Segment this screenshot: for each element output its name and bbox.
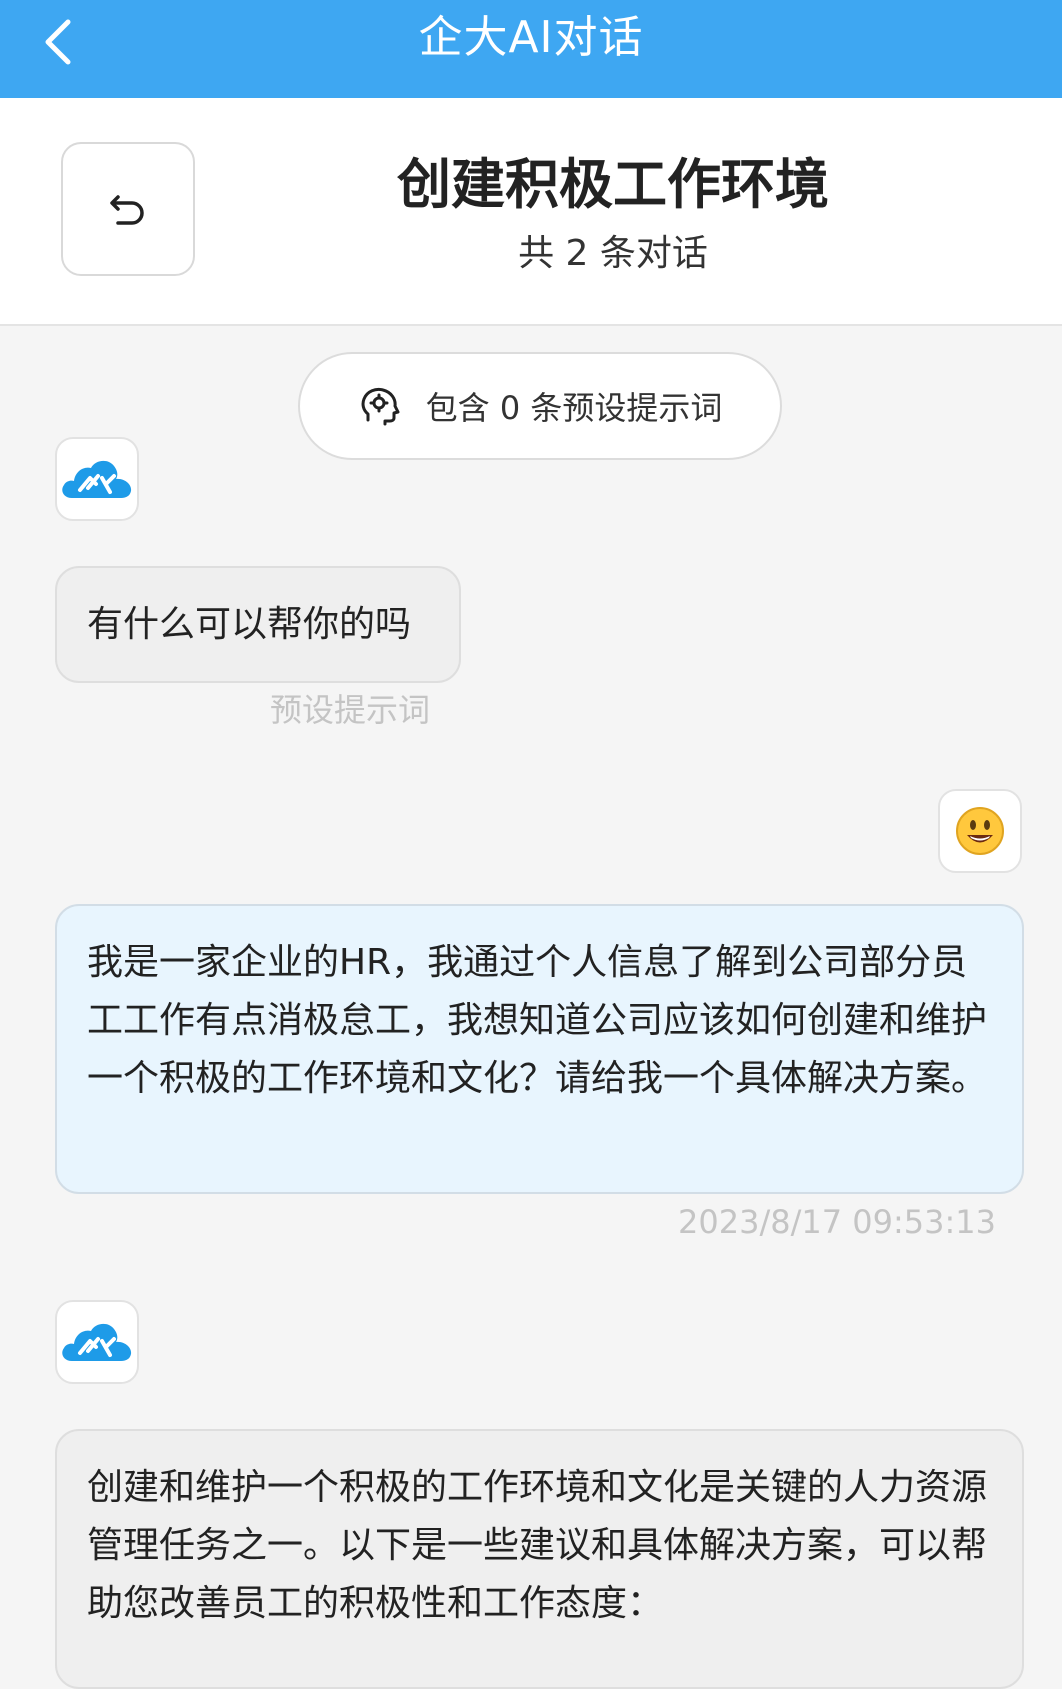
smiley-face-icon — [956, 807, 1004, 855]
undo-button[interactable] — [61, 142, 195, 276]
conversation-title: 创建积极工作环境 — [397, 153, 829, 216]
bot-message-text: 创建和维护一个积极的工作环境和文化是关键的人力资源管理任务之一。以下是一些建议和… — [87, 1467, 988, 1624]
message-timestamp: 2023/8/17 09:53:13 — [678, 1203, 996, 1241]
app-title: 企大AI对话 — [418, 12, 644, 63]
bot-avatar — [55, 437, 139, 521]
user-avatar — [938, 789, 1022, 873]
user-message-text: 我是一家企业的HR，我通过个人信息了解到公司部分员工工作有点消极怠工，我想知道公… — [87, 942, 988, 1099]
conversation-count: 共 2 条对话 — [518, 233, 708, 274]
bot-message-text: 有什么可以帮你的吗 — [87, 604, 412, 645]
bot-avatar — [55, 1300, 139, 1384]
preset-prompts-label: 包含 0 条预设提示词 — [425, 389, 723, 427]
cloud-logo-icon — [62, 460, 132, 498]
top-app-bar: 企大AI对话 — [0, 0, 1062, 98]
preset-prompts-pill[interactable]: 包含 0 条预设提示词 — [298, 352, 782, 460]
conversation-header: 创建积极工作环境 共 2 条对话 — [0, 98, 1062, 326]
bot-message-bubble: 有什么可以帮你的吗 — [55, 566, 461, 683]
bot-message-bubble: 创建和维护一个积极的工作环境和文化是关键的人力资源管理任务之一。以下是一些建议和… — [55, 1429, 1024, 1689]
cloud-logo-icon — [62, 1323, 132, 1361]
preset-prompt-tag: 预设提示词 — [270, 691, 431, 729]
user-message-bubble: 我是一家企业的HR，我通过个人信息了解到公司部分员工工作有点消极怠工，我想知道公… — [55, 904, 1024, 1194]
undo-arrow-icon — [110, 195, 144, 225]
head-brain-icon — [361, 387, 400, 426]
